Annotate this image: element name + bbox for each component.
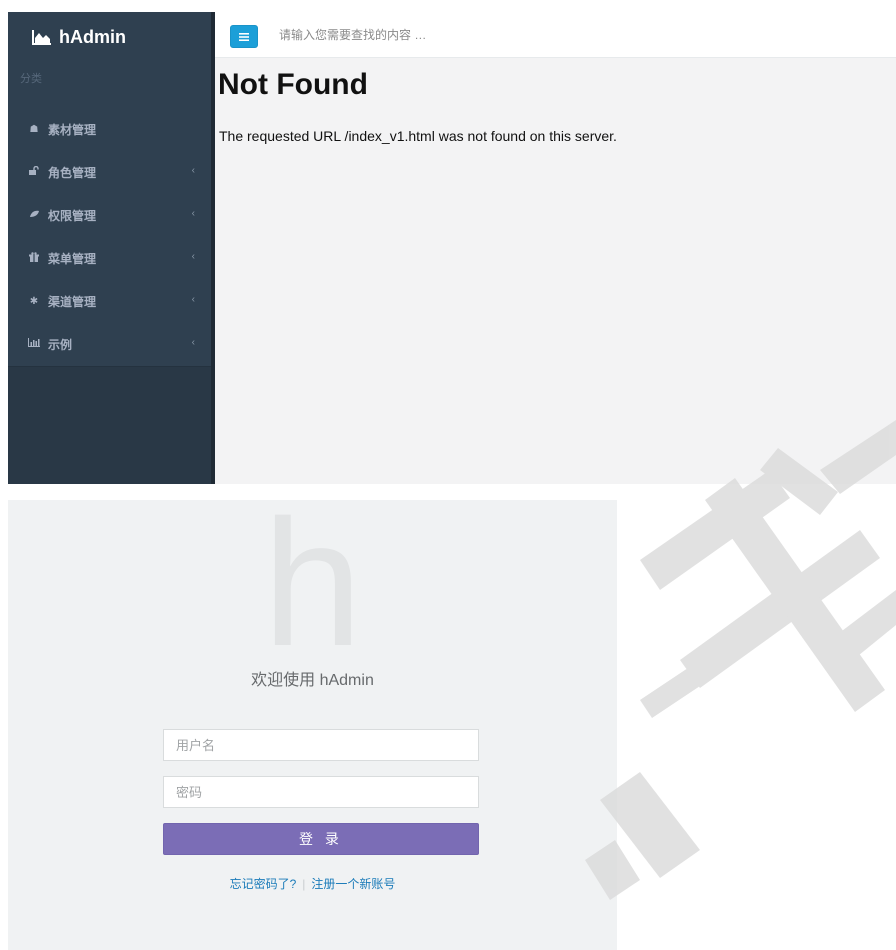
chevron-left-icon: ‹ (191, 165, 195, 176)
leaf-icon (28, 210, 40, 221)
bar-chart-icon (28, 338, 40, 350)
top-navbar: 请输入您需要查找的内容 … (215, 12, 896, 58)
login-screenshot: h 欢迎使用 hAdmin 登 录 忘记密码了? | 注册一个新账号 (8, 500, 617, 950)
welcome-heading: 欢迎使用 hAdmin (251, 672, 374, 689)
logo-letter: h (262, 500, 363, 684)
login-links: 忘记密码了? | 注册一个新账号 (8, 875, 617, 892)
sidebar-item-label: 权限管理 (48, 208, 97, 223)
sidebar-item-examples[interactable]: 示例 ‹ (8, 329, 211, 359)
gift-icon (28, 251, 40, 265)
register-link[interactable]: 注册一个新账号 (311, 877, 395, 891)
link-separator: | (302, 877, 306, 891)
sidebar-item-label: 渠道管理 (48, 294, 97, 309)
sidebar-item-label: 角色管理 (48, 165, 97, 180)
search-input[interactable]: 请输入您需要查找的内容 … (279, 26, 426, 43)
password-field[interactable] (163, 776, 479, 808)
sidebar-item-channels[interactable]: ✱ 渠道管理 ‹ (8, 286, 211, 316)
forgot-password-link[interactable]: 忘记密码了? (230, 877, 297, 891)
sidebar-item-menus[interactable]: 菜单管理 ‹ (8, 243, 211, 273)
login-button[interactable]: 登 录 (163, 823, 479, 855)
error-message: The requested URL /index_v1.html was not… (219, 128, 617, 144)
brand-name: hAdmin (59, 26, 126, 47)
sidebar-item-roles[interactable]: 角色管理 ‹ (8, 157, 211, 187)
home-icon: ☗ (29, 123, 39, 135)
area-chart-icon (32, 30, 51, 45)
sidebar-item-material[interactable]: ☗ 素材管理 (8, 114, 211, 144)
toggle-menu-button[interactable] (230, 25, 258, 48)
unlock-icon (28, 165, 40, 178)
admin-screenshot: hAdmin 分类 ☗ 素材管理 角色管理 ‹ 权限管理 ‹ 菜单管理 ‹ ✱ … (8, 12, 896, 484)
sidebar-footer (8, 366, 211, 484)
sidebar-item-label: 素材管理 (48, 122, 97, 137)
sidebar-item-permissions[interactable]: 权限管理 ‹ (8, 200, 211, 230)
sidebar-item-label: 示例 (48, 337, 73, 352)
hamburger-icon (239, 32, 249, 41)
asterisk-icon: ✱ (29, 295, 39, 307)
brand-logo[interactable]: hAdmin (32, 26, 126, 48)
chevron-left-icon: ‹ (191, 337, 195, 348)
error-title: Not Found (218, 68, 368, 101)
main-content: Not Found The requested URL /index_v1.ht… (215, 58, 896, 484)
nav-header: 分类 (20, 73, 42, 85)
chevron-left-icon: ‹ (191, 208, 195, 219)
sidebar: hAdmin 分类 ☗ 素材管理 角色管理 ‹ 权限管理 ‹ 菜单管理 ‹ ✱ … (8, 12, 211, 484)
chevron-left-icon: ‹ (191, 294, 195, 305)
chevron-left-icon: ‹ (191, 251, 195, 262)
sidebar-item-label: 菜单管理 (48, 251, 97, 266)
username-field[interactable] (163, 729, 479, 761)
